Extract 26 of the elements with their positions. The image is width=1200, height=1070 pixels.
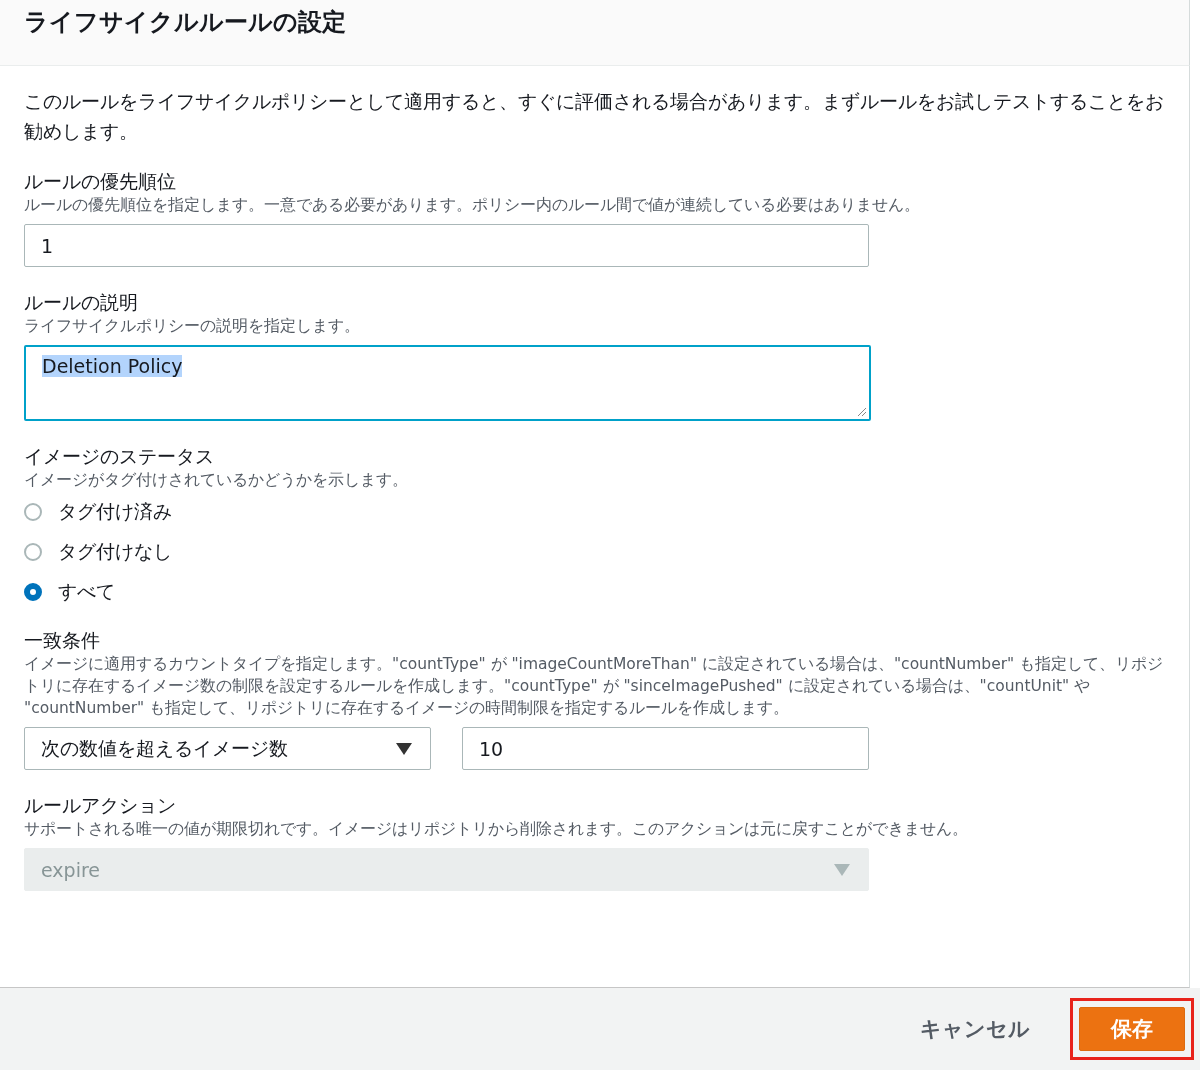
- field-label: 一致条件: [24, 628, 101, 653]
- radio-button[interactable]: [24, 583, 42, 601]
- resize-handle-icon[interactable]: [857, 407, 867, 417]
- caret-icon: [396, 742, 412, 755]
- radio-button[interactable]: [24, 503, 42, 521]
- cancel-button[interactable]: キャンセル: [916, 1007, 1034, 1051]
- radio-label[interactable]: すべて: [58, 579, 115, 605]
- field-label: ルールの優先順位: [24, 169, 177, 194]
- description-textarea[interactable]: Deletion Policy: [24, 345, 871, 421]
- radio-label[interactable]: タグ付け済み: [58, 499, 172, 525]
- field-hint: ルールの優先順位を指定します。一意である必要があります。ポリシー内のルール間で値が連続している必要はありません。: [24, 195, 921, 216]
- dialog-title: ライフサイクルルールの設定: [24, 6, 346, 38]
- field-hint: サポートされる唯一の値が期限切れです。イメージはリポジトリから削除されます。このアクションは元に戻すことができません。: [24, 819, 969, 840]
- field-hint: イメージがタグ付けされているかどうかを示します。: [24, 470, 409, 491]
- count-type-dropdown[interactable]: 次の数値を超えるイメージ数: [24, 727, 431, 770]
- intro-text: このルールをライフサイクルポリシーとして適用すると、すぐに評価される場合があります。まずルールをお試しテストすることをお勧めします。: [24, 89, 1165, 144]
- priority-input[interactable]: 1: [24, 224, 869, 267]
- field-label: ルールアクション: [24, 793, 177, 818]
- field-hint: イメージに適用するカウントタイプを指定します。"countType" が "imageCountMoreThan" に設定されている場合は、"countNumber" も指定して、リポジトリに存在するイメージ数の制限を設定するルールを作成します。"countType" が "sinceImagePushed" に設定されている場合は、"countUnit" や "countNumber" も指定して、リポジトリに存在するイメージの時間制限を指定するルールを作成します。: [24, 654, 1165, 719]
- field-hint: ライフサイクルポリシーの説明を指定します。: [24, 316, 361, 337]
- count-number-input[interactable]: 10: [462, 727, 869, 770]
- radio-label[interactable]: タグ付けなし: [58, 539, 172, 565]
- radio-button[interactable]: [24, 543, 42, 561]
- field-label: イメージのステータス: [24, 444, 215, 469]
- caret-icon: [834, 863, 850, 876]
- field-label: ルールの説明: [24, 290, 139, 315]
